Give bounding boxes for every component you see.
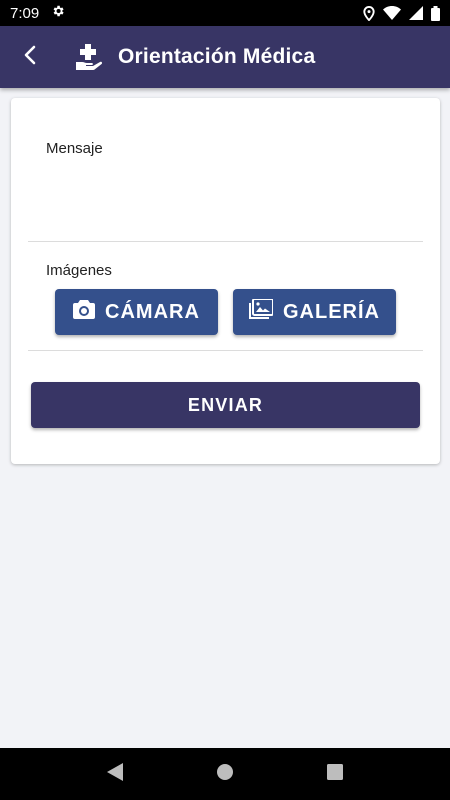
gear-icon — [51, 4, 65, 22]
nav-back-button[interactable] — [90, 749, 140, 799]
divider — [28, 241, 423, 242]
images-label: Imágenes — [46, 262, 112, 279]
gallery-button-label: GALERÍA — [283, 300, 380, 323]
form-card: Mensaje Imágenes CÁMARA GALERÍA ENVIAR — [11, 98, 440, 464]
status-bar: 7:09 — [0, 0, 450, 26]
back-triangle-icon — [107, 762, 123, 786]
message-input[interactable] — [46, 164, 418, 234]
navigation-bar — [0, 748, 450, 800]
signal-icon — [409, 6, 423, 20]
medical-hand-icon — [76, 44, 104, 70]
back-button[interactable] — [0, 26, 60, 88]
location-icon — [363, 5, 375, 21]
send-button[interactable]: ENVIAR — [31, 382, 420, 428]
gallery-button[interactable]: GALERÍA — [233, 289, 396, 335]
nav-recents-button[interactable] — [310, 749, 360, 799]
battery-icon — [431, 5, 440, 21]
camera-icon — [73, 299, 96, 325]
divider — [28, 350, 423, 351]
status-icons — [363, 5, 440, 21]
recents-square-icon — [327, 763, 343, 785]
wifi-icon — [383, 6, 401, 20]
message-label: Mensaje — [46, 140, 103, 157]
gallery-icon — [249, 298, 274, 325]
camera-button-label: CÁMARA — [105, 300, 200, 323]
home-circle-icon — [216, 763, 234, 786]
nav-home-button[interactable] — [200, 749, 250, 799]
status-time: 7:09 — [10, 4, 40, 22]
app-bar: Orientación Médica — [0, 26, 450, 88]
camera-button[interactable]: CÁMARA — [55, 289, 218, 335]
chevron-left-icon — [23, 45, 37, 70]
page-title: Orientación Médica — [118, 45, 316, 68]
